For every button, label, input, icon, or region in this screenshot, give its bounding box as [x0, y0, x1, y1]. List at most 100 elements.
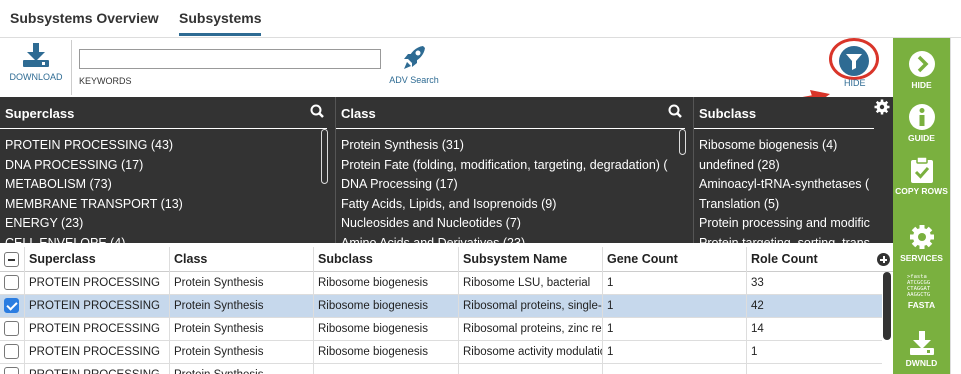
sidebar-fasta-button[interactable]: >fasta ATCGCGG CTAGGAT AAGGCTG FASTA [893, 274, 950, 310]
sidebar-copy-rows-button[interactable]: COPY ROWS [893, 156, 950, 196]
grid-scrollbar[interactable] [883, 272, 891, 340]
cell-gene-count: 1 [602, 318, 746, 341]
list-item[interactable]: CELL ENVELOPE (4) [0, 234, 335, 244]
list-item[interactable]: MEMBRANE TRANSPORT (13) [0, 195, 335, 215]
download-icon [23, 43, 49, 67]
cell-class: Protein Synthesis [169, 364, 313, 374]
list-item[interactable]: METABOLISM (73) [0, 175, 335, 195]
list-item[interactable]: Protein processing and modific [694, 214, 874, 234]
rocket-icon [404, 46, 425, 69]
list-item[interactable]: Amino Acids and Derivatives (23) [336, 234, 693, 244]
cell-superclass: PROTEIN PROCESSING [24, 272, 170, 295]
class-scrollbar[interactable] [679, 129, 686, 155]
right-edge-panel [950, 38, 961, 374]
subclass-filter: Subclass Ribosome biogenesis (4) undefin… [694, 97, 874, 243]
adv-search-label: ADV Search [389, 75, 439, 85]
column-header-gene-count[interactable]: Gene Count [602, 247, 746, 272]
cell-class: Protein Synthesis [169, 318, 313, 341]
class-filter: Class Protein Synthesis (31) Protein Fat… [336, 97, 694, 243]
list-item[interactable]: Nucleosides and Nucleotides (7) [336, 214, 693, 234]
list-item[interactable]: Protein Synthesis (31) [336, 136, 693, 156]
table-row[interactable]: PROTEIN PROCESSING Protein Synthesis Rib… [0, 318, 882, 341]
row-checkbox[interactable] [4, 367, 19, 374]
search-icon[interactable] [667, 97, 683, 129]
table-row[interactable]: PROTEIN PROCESSING Protein Synthesis Rib… [0, 295, 882, 318]
sidebar-guide-button[interactable]: GUIDE [893, 103, 950, 143]
table-row[interactable]: PROTEIN PROCESSING Protein Synthesis Rib… [0, 341, 882, 364]
keywords-label: KEYWORDS [79, 76, 132, 86]
column-header-role-count[interactable]: Role Count [746, 247, 872, 272]
list-item[interactable]: ENERGY (23) [0, 214, 335, 234]
tab-subsystems-overview[interactable]: Subsystems Overview [10, 10, 159, 26]
list-item[interactable]: Fatty Acids, Lipids, and Isoprenoids (9) [336, 195, 693, 215]
filter-button[interactable] [833, 42, 875, 80]
tab-bar: Subsystems Overview Subsystems [0, 0, 893, 38]
superclass-filter: Superclass PROTEIN PROCESSING (43) DNA P… [0, 97, 336, 243]
column-header-subsystem-name[interactable]: Subsystem Name [458, 247, 602, 272]
cell-role-count: 14 [746, 318, 882, 341]
superclass-filter-header: Superclass [0, 97, 327, 129]
subclass-header-label: Subclass [699, 106, 757, 121]
sidebar-fasta-label: FASTA [907, 300, 936, 310]
cell-subclass [313, 364, 458, 374]
list-item[interactable]: Protein targeting, sorting, trans [694, 234, 874, 244]
info-icon [908, 104, 935, 130]
row-checkbox[interactable] [4, 275, 19, 290]
list-item[interactable]: DNA PROCESSING (17) [0, 156, 335, 176]
search-icon[interactable] [309, 97, 325, 129]
table-row[interactable]: PROTEIN PROCESSING Protein Synthesis Rib… [0, 272, 882, 295]
cell-subsystem-name: Ribosomal proteins, zinc requ [458, 318, 602, 341]
list-item[interactable]: Ribosome biogenesis (4) [694, 136, 874, 156]
cell-class: Protein Synthesis [169, 272, 313, 295]
sidebar-download-button[interactable]: DWNLD [893, 330, 950, 368]
cell-subclass: Ribosome biogenesis [313, 318, 458, 341]
sidebar-download-label: DWNLD [905, 358, 938, 368]
column-header-class[interactable]: Class [169, 247, 313, 272]
column-header-subclass[interactable]: Subclass [313, 247, 458, 272]
row-checkbox[interactable] [4, 344, 19, 359]
column-header-superclass[interactable]: Superclass [24, 247, 170, 272]
table-row[interactable]: PROTEIN PROCESSING Protein Synthesis [0, 364, 882, 374]
superclass-list: PROTEIN PROCESSING (43) DNA PROCESSING (… [0, 129, 335, 243]
class-filter-header: Class [336, 97, 685, 129]
cell-subclass: Ribosome biogenesis [313, 341, 458, 364]
top-right-corner [893, 0, 961, 38]
list-item[interactable]: PROTEIN PROCESSING (43) [0, 136, 335, 156]
cell-role-count: 1 [746, 341, 882, 364]
cell-gene-count [602, 364, 746, 374]
cell-role-count [746, 364, 882, 374]
row-checkbox[interactable] [4, 298, 19, 313]
sidebar-guide-label: GUIDE [908, 133, 935, 143]
class-list: Protein Synthesis (31) Protein Fate (fol… [336, 129, 693, 243]
list-item[interactable]: undefined (28) [694, 156, 874, 176]
cell-gene-count: 1 [602, 272, 746, 295]
subclass-filter-header: Subclass [694, 97, 874, 129]
superclass-scrollbar[interactable] [321, 129, 328, 184]
cell-subsystem-name [458, 364, 602, 374]
class-header-label: Class [341, 106, 376, 121]
download-button[interactable]: DOWNLOAD [4, 42, 68, 92]
grid-header: Superclass Class Subclass Subsystem Name… [0, 247, 893, 272]
select-all-checkbox[interactable] [4, 252, 19, 267]
cell-subsystem-name: Ribosomal proteins, single-co [458, 295, 602, 318]
sidebar-hide-button[interactable]: HIDE [893, 50, 950, 90]
list-item[interactable]: Protein Fate (folding, modification, tar… [336, 156, 693, 176]
gear-icon [909, 225, 934, 249]
subsystems-grid: Superclass Class Subclass Subsystem Name… [0, 247, 893, 374]
cell-class: Protein Synthesis [169, 341, 313, 364]
hide-filter-label[interactable]: HIDE [844, 78, 866, 88]
row-checkbox[interactable] [4, 321, 19, 336]
superclass-header-label: Superclass [5, 106, 75, 121]
download-icon [909, 331, 934, 355]
keywords-input[interactable] [79, 49, 381, 69]
tab-subsystems[interactable]: Subsystems [179, 10, 262, 36]
filter-panel: Superclass PROTEIN PROCESSING (43) DNA P… [0, 97, 893, 243]
list-item[interactable]: Translation (5) [694, 195, 874, 215]
gear-icon[interactable] [874, 99, 890, 115]
sidebar-services-button[interactable]: SERVICES [893, 223, 950, 263]
cell-superclass: PROTEIN PROCESSING [24, 364, 170, 374]
list-item[interactable]: DNA Processing (17) [336, 175, 693, 195]
add-column-icon[interactable] [877, 253, 890, 266]
adv-search-button[interactable]: ADV Search [386, 44, 442, 92]
list-item[interactable]: Aminoacyl-tRNA-synthetases ( [694, 175, 874, 195]
